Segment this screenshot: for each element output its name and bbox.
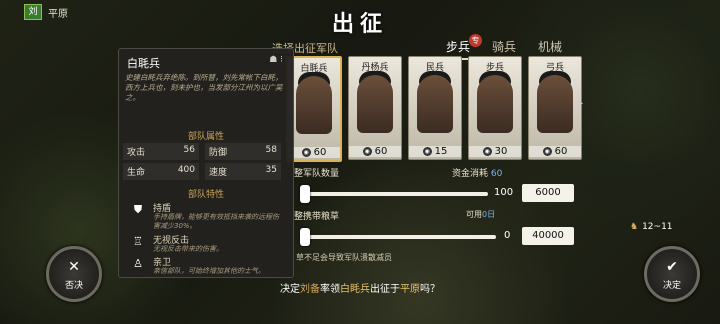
confirm-question: 决定刘备率领白眊兵出征于平原吗？ bbox=[0, 280, 720, 295]
troop-count-label: 整军队数量 bbox=[294, 169, 340, 179]
tab-label: 骑兵 bbox=[492, 40, 517, 54]
troop-icon: ◉ bbox=[422, 147, 432, 156]
stat-value: 400 bbox=[177, 165, 195, 175]
unit-roster: 白毦兵 ◉ 60 丹杨兵 ◉ 60 民兵 ◉ 15 步兵 ◉ 30 弓兵 ◉ 60 bbox=[286, 56, 582, 162]
armor-icon: ♖ bbox=[133, 235, 143, 248]
unit-count: ◉ 15 bbox=[409, 146, 461, 157]
cancel-label: 否决 bbox=[64, 281, 83, 291]
count-value: 60 bbox=[313, 147, 327, 158]
unit-count: ◉ 30 bbox=[469, 146, 521, 157]
trait-desc: 无视反击带来的伤害。 bbox=[153, 245, 223, 253]
stat-life: 生命 400 bbox=[123, 163, 199, 180]
attr-section-title: 部队属性 bbox=[187, 132, 224, 142]
general-name: 刘备 bbox=[300, 284, 320, 295]
unit-card-archer[interactable]: 弓兵 ◉ 60 bbox=[528, 56, 582, 160]
unit-info-name: 白毦兵 bbox=[127, 57, 160, 70]
food-input[interactable]: 40000 bbox=[522, 227, 574, 245]
usable-value: 0日 bbox=[482, 210, 496, 219]
troop-slider[interactable] bbox=[300, 185, 488, 203]
stat-speed: 速度 35 bbox=[205, 163, 281, 180]
unit-card-infantry[interactable]: 步兵 ◉ 30 bbox=[468, 56, 522, 160]
scroll-right-icon[interactable]: ▸ bbox=[578, 98, 583, 109]
unit-card-baimao[interactable]: 白毦兵 ◉ 60 bbox=[286, 56, 342, 162]
usable-days: 可用0日 bbox=[466, 209, 495, 220]
food-label: 整携带粮草 bbox=[294, 212, 340, 222]
confirm-mid2: 出征于 bbox=[370, 284, 400, 295]
unit-card-militia[interactable]: 民兵 ◉ 15 bbox=[408, 56, 462, 160]
troop-input[interactable]: 6000 bbox=[522, 184, 574, 202]
soldier-portrait bbox=[537, 75, 573, 133]
check-icon: ✔ bbox=[666, 259, 678, 275]
stat-attack: 攻击 56 bbox=[123, 143, 199, 160]
shield-icon: ⛊ bbox=[133, 203, 143, 216]
cost-value: 60 bbox=[490, 169, 503, 179]
info-toggle-icon[interactable]: ☗ ⁝ bbox=[269, 55, 283, 65]
food-warning: 草不足会导致军队溃散减员 bbox=[296, 253, 392, 262]
unit-info-panel: 白毦兵 ☗ ⁝ 史建白眊兵弃绝陈。到所替，刘先常帐下白眊，西方上兵也，刻未护也，… bbox=[118, 48, 294, 278]
confirm-pre: 决定 bbox=[280, 284, 300, 295]
horse-icon: ♞ bbox=[630, 222, 639, 232]
cost-label: 资金消耗 60 bbox=[452, 166, 502, 179]
troop-icon: ◉ bbox=[362, 147, 372, 156]
troop-slider-knob[interactable] bbox=[300, 185, 310, 203]
unit-count: ◉ 60 bbox=[349, 146, 401, 157]
soldier-portrait bbox=[296, 76, 332, 134]
usable-text: 可用 bbox=[466, 210, 482, 219]
count-value: 15 bbox=[434, 146, 448, 157]
stat-label: 攻击 bbox=[127, 148, 146, 158]
trait-desc: 手持盾牌，能够更有效抵挡来袭的远程伤害减少30%。 bbox=[153, 213, 279, 230]
confirm-label: 决定 bbox=[662, 281, 681, 291]
tab-label: 机械 bbox=[538, 40, 563, 54]
unit-count: ◉ 60 bbox=[288, 147, 340, 158]
unit-count: ◉ 60 bbox=[529, 146, 581, 157]
count-value: 60 bbox=[554, 146, 568, 157]
cost-text: 资金消耗 bbox=[452, 169, 489, 179]
trait-section-title: 部队特性 bbox=[187, 190, 224, 200]
food-slider[interactable] bbox=[300, 228, 496, 246]
march-days: ♞ 12~11 bbox=[630, 222, 673, 232]
close-icon: ✕ bbox=[68, 259, 80, 275]
troop-slider-value: 100 bbox=[494, 187, 514, 198]
tab-label: 步兵 bbox=[446, 40, 471, 54]
troop-icon: ◉ bbox=[542, 147, 552, 156]
place-name: 平原 bbox=[400, 284, 420, 295]
soldier-portrait bbox=[417, 75, 453, 133]
confirm-button[interactable]: ✔ 决定 bbox=[644, 246, 700, 302]
stat-value: 58 bbox=[265, 145, 277, 155]
soldier-portrait bbox=[477, 75, 513, 133]
unit-name-highlight: 白眊兵 bbox=[340, 284, 370, 295]
count-value: 30 bbox=[494, 146, 508, 157]
food-slider-knob[interactable] bbox=[300, 228, 310, 246]
troop-icon: ◉ bbox=[482, 147, 492, 156]
stat-label: 防御 bbox=[209, 148, 228, 158]
confirm-post: 吗？ bbox=[420, 284, 440, 295]
food-slider-value: 0 bbox=[504, 230, 511, 241]
guard-icon: ♙ bbox=[133, 257, 143, 270]
unit-description: 史建白眊兵弃绝陈。到所替，刘先常帐下白眊，西方上兵也，刻未护也，当发部分江州为以… bbox=[125, 73, 283, 102]
special-badge: 专 bbox=[469, 34, 483, 47]
cancel-button[interactable]: ✕ 否决 bbox=[46, 246, 102, 302]
overlay-shade bbox=[0, 0, 720, 324]
days-value: 12~11 bbox=[642, 222, 673, 232]
stat-value: 56 bbox=[183, 145, 195, 155]
stat-defense: 防御 58 bbox=[205, 143, 281, 160]
page-title: 出征 bbox=[331, 12, 388, 37]
stat-label: 生命 bbox=[127, 168, 146, 178]
confirm-mid: 率领 bbox=[320, 284, 340, 295]
soldier-portrait bbox=[357, 75, 393, 133]
trait-desc: 亲信部队，可始终增加其他的士气。 bbox=[153, 267, 265, 275]
unit-card-danyang[interactable]: 丹杨兵 ◉ 60 bbox=[348, 56, 402, 160]
stat-label: 速度 bbox=[209, 168, 228, 178]
troop-icon: ◉ bbox=[301, 148, 311, 157]
count-value: 60 bbox=[374, 146, 388, 157]
stat-value: 35 bbox=[265, 165, 277, 175]
